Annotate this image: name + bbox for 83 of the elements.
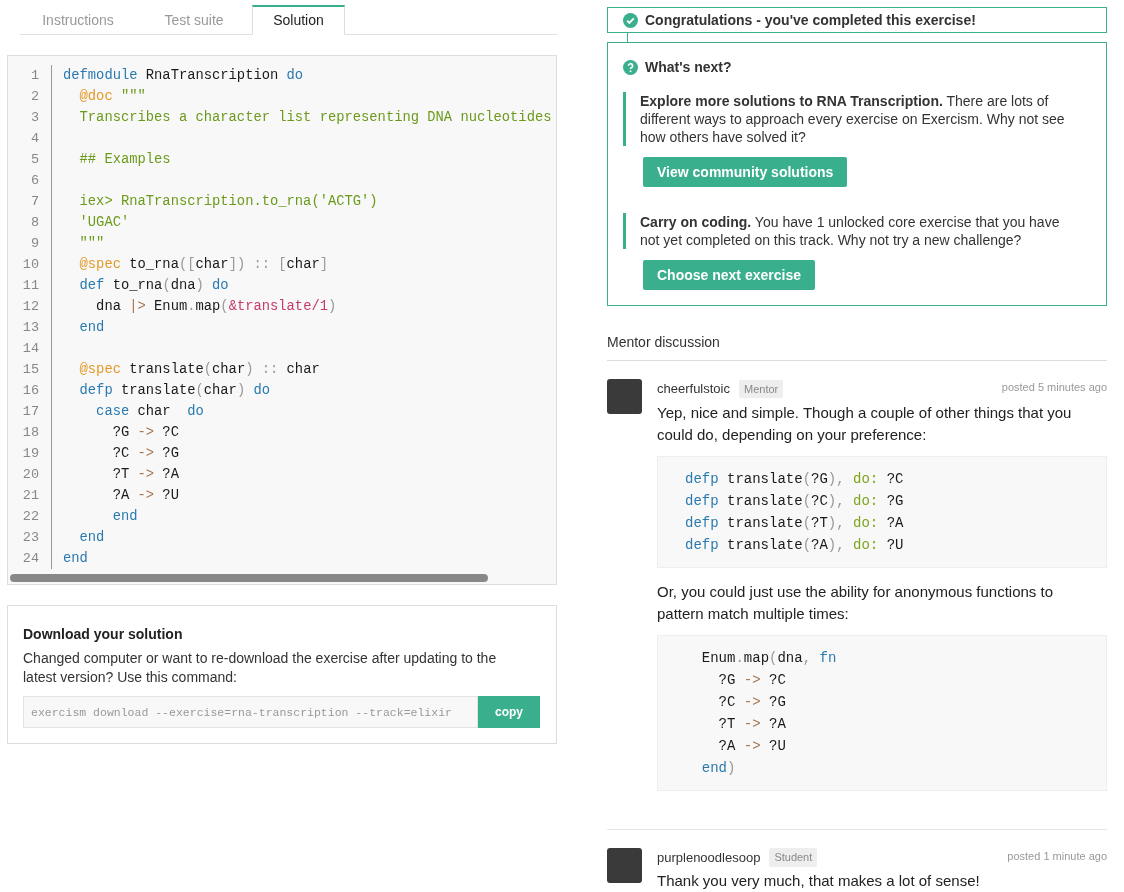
line-number: 23	[22, 529, 40, 547]
code-line: ?G -> ?C	[111, 424, 179, 442]
line-number: 6	[30, 172, 40, 190]
line-number: 24	[22, 550, 40, 568]
code-line: Transcribes a character list representing DNA nucleotides	[78, 109, 552, 127]
code-line: end)	[700, 758, 736, 778]
line-number: 13	[22, 319, 40, 337]
line-number: 1	[30, 67, 40, 85]
code-line: ?A -> ?U	[111, 487, 179, 505]
line-number: 12	[22, 298, 40, 316]
whats-next-title: What's next?	[645, 58, 732, 77]
code-line: defp translate(?A), do: ?U	[685, 535, 904, 555]
tab[interactable]: Test suite	[136, 5, 252, 35]
code-line: defp translate(?C), do: ?G	[685, 491, 904, 511]
comment-text: Or, you could just use the ability for anonymous functions to pattern match multiple times:	[657, 581, 1055, 624]
code-line: ## Examples	[78, 151, 171, 169]
line-number: 14	[22, 340, 40, 358]
help-circle-icon	[623, 60, 638, 75]
author-name: purplenoodlesoop	[657, 848, 761, 867]
suggestion-text: Explore more solutions to RNA Transcription. There are lots of different ways to approach every exercise on Exercism. Why not see how others have solved it?	[640, 92, 1066, 146]
line-number: 15	[22, 361, 40, 379]
code-line: defp translate(?T), do: ?A	[685, 513, 904, 533]
code-line: 'UGAC'	[78, 214, 130, 232]
role-badge: Student	[769, 848, 818, 867]
role-badge: Mentor	[739, 379, 784, 398]
code-line: defp translate(?G), do: ?C	[685, 469, 904, 489]
avatar	[607, 847, 642, 883]
line-number: 16	[22, 382, 40, 400]
line-number: 9	[30, 235, 40, 253]
line-number: 22	[22, 508, 40, 526]
line-number: 21	[22, 487, 40, 505]
line-number: 18	[22, 424, 40, 442]
tab[interactable]: Solution	[252, 5, 345, 35]
line-number: 7	[30, 193, 40, 211]
code-line: case char do	[95, 403, 204, 421]
scrollbar[interactable]	[10, 574, 488, 582]
discussion-heading: Mentor discussion	[607, 333, 720, 352]
post-time: posted 5 minutes ago	[1001, 380, 1107, 395]
code-line: iex> RnaTranscription.to_rna('ACTG')	[78, 193, 378, 211]
avatar	[607, 379, 642, 414]
code-line: ?C -> ?G	[717, 692, 786, 712]
completed-message: Congratulations - you've completed this exercise!	[645, 10, 976, 30]
suggestion-button[interactable]: View community solutions	[643, 157, 848, 187]
line-number: 8	[30, 214, 40, 232]
command-field[interactable]: exercism download --exercise=rna-transcription --track=elixir	[23, 696, 478, 728]
line-number: 5	[30, 151, 40, 169]
line-number: 4	[30, 130, 40, 148]
code-line: @doc """	[78, 88, 146, 106]
author-name: cheerfulstoic	[657, 380, 730, 398]
comment-text: Yep, nice and simple. Though a couple of other things that you could do, depending on your preference:	[657, 402, 1073, 445]
code-line: @spec to_rna([char]) :: [char]	[78, 256, 328, 274]
code-line: ?T -> ?A	[717, 714, 786, 734]
line-number: 3	[30, 109, 40, 127]
code-line: def to_rna(dna) do	[78, 277, 229, 295]
tab[interactable]: Instructions	[20, 5, 136, 35]
code-line: Enum.map(dna, fn	[700, 648, 837, 668]
code-line: ?T -> ?A	[111, 466, 179, 484]
suggestion-button[interactable]: Choose next exercise	[643, 260, 815, 290]
line-number: 11	[22, 277, 40, 295]
line-number: 19	[22, 445, 40, 463]
code-line: end	[63, 550, 88, 568]
code-line: end	[78, 319, 105, 337]
line-number: 17	[22, 403, 40, 421]
line-number: 10	[22, 256, 40, 274]
download-description: Changed computer or want to re-download the exercise after updating to the latest version? Use this command:	[23, 649, 498, 687]
download-title: Download your solution	[23, 625, 183, 644]
line-number: 2	[30, 88, 40, 106]
code-line: end	[111, 508, 138, 526]
copy-button[interactable]: copy	[478, 696, 540, 728]
code-line: """	[78, 235, 105, 253]
line-number: 20	[22, 466, 40, 484]
code-line: ?C -> ?G	[111, 445, 179, 463]
code-line: @spec translate(char) :: char	[78, 361, 320, 379]
code-line: defp translate(char) do	[78, 382, 270, 400]
code-line: ?G -> ?C	[717, 670, 786, 690]
post-time: posted 1 minute ago	[1007, 848, 1107, 864]
code-line: dna |> Enum.map(&translate/1)	[95, 298, 337, 316]
comment-text: Thank you very much, that makes a lot of sense!	[657, 871, 981, 891]
code-line: defmodule RnaTranscription do	[63, 67, 304, 85]
check-circle-icon	[623, 12, 638, 28]
suggestion-text: Carry on coding. You have 1 unlocked core exercise that you have not yet completed on this track. Why not try a new challenge?	[640, 213, 1061, 249]
code-line: end	[78, 529, 105, 547]
code-line: ?A -> ?U	[717, 736, 786, 756]
